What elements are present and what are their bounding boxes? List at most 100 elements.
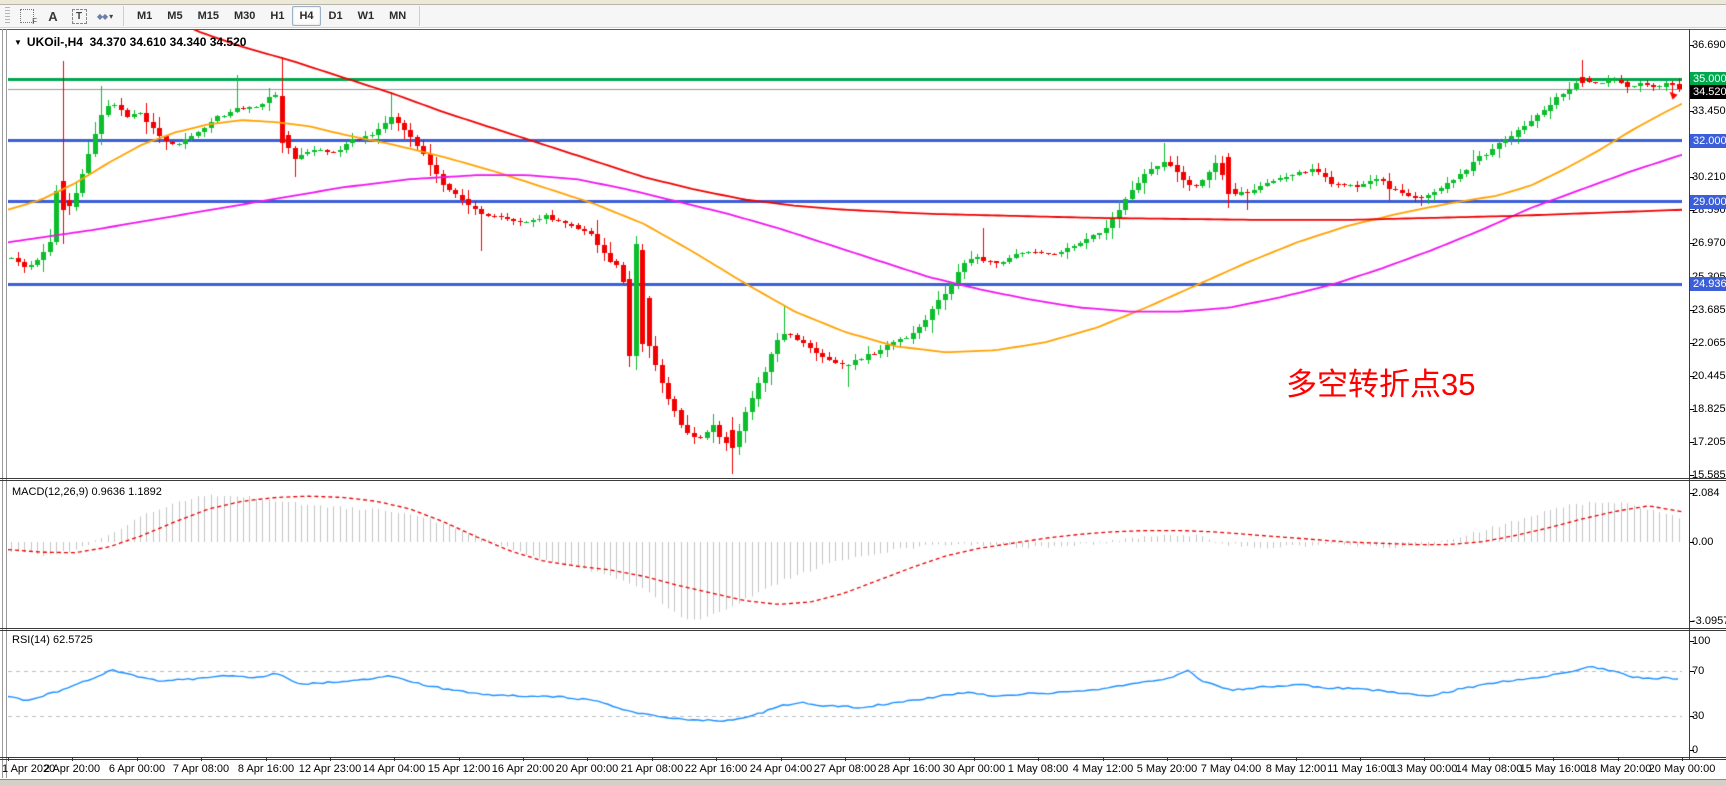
price-tick-label: 17.205	[1692, 435, 1726, 449]
toolbar-grip[interactable]	[5, 7, 10, 25]
time-tick-mark	[1424, 757, 1425, 761]
time-tick-mark	[201, 757, 202, 761]
price-level-label: 24.936	[1690, 277, 1726, 291]
time-tick-label: 6 Apr 00:00	[109, 762, 165, 776]
time-tick-mark	[1296, 757, 1297, 761]
macd-label: MACD(12,26,9) 0.9636 1.1892	[12, 486, 162, 498]
timeframe-M15[interactable]: M15	[191, 6, 226, 26]
rsi-tick-label: 70	[1692, 664, 1704, 678]
text-tool-icon[interactable]: T	[67, 5, 91, 27]
macd-panel-canvas[interactable]	[8, 483, 1682, 627]
toolbar: F A T ◆◆▾ M1M5M15M30H1H4D1W1MN	[0, 5, 1726, 28]
price-tick-label: 22.065	[1692, 336, 1726, 350]
price-level-label: 29.000	[1690, 195, 1726, 209]
rsi-tick-label: 0	[1692, 743, 1698, 757]
time-tick-label: 4 May 12:00	[1073, 762, 1134, 776]
time-tick-mark	[266, 757, 267, 761]
toolbar-separator	[123, 6, 124, 26]
price-level-label: 35.000	[1690, 72, 1726, 86]
rsi-tick-label: 30	[1692, 709, 1704, 723]
timeframe-M30[interactable]: M30	[227, 6, 262, 26]
time-tick-mark	[652, 757, 653, 761]
time-tick-mark	[1167, 757, 1168, 761]
price-tick-label: 18.825	[1692, 402, 1726, 416]
timeframe-toolbar: M1M5M15M30H1H4D1W1MN	[130, 6, 413, 26]
time-tick-label: 8 Apr 16:00	[238, 762, 294, 776]
time-tick-mark	[459, 757, 460, 761]
time-tick-label: 22 Apr 16:00	[685, 762, 747, 776]
time-tick-mark	[1618, 757, 1619, 761]
status-strip	[0, 779, 1726, 786]
macd-tick-label: -3.0957	[1692, 614, 1726, 628]
timeframe-M5[interactable]: M5	[160, 6, 189, 26]
timeframe-MN[interactable]: MN	[382, 6, 413, 26]
time-tick-mark	[1231, 757, 1232, 761]
time-tick-mark	[1103, 757, 1104, 761]
price-tick-label: 15.585	[1692, 468, 1726, 482]
time-tick-mark	[587, 757, 588, 761]
panel-separator	[0, 759, 1726, 760]
time-tick-label: 8 May 12:00	[1266, 762, 1327, 776]
objects-dropdown-icon[interactable]: ◆◆▾	[93, 5, 117, 27]
rsi-label: RSI(14) 62.5725	[12, 634, 93, 646]
price-tick-label: 26.970	[1692, 236, 1726, 250]
price-level-label: 32.000	[1690, 134, 1726, 148]
time-tick-mark	[137, 757, 138, 761]
price-tick-label: 33.450	[1692, 104, 1726, 118]
rsi-panel-canvas[interactable]	[8, 631, 1682, 757]
time-tick-mark	[845, 757, 846, 761]
time-tick-label: 15 Apr 12:00	[428, 762, 490, 776]
timeframe-H4[interactable]: H4	[292, 6, 320, 26]
main-chart-canvas[interactable]	[8, 30, 1682, 479]
ohlc-values: 34.370 34.610 34.340 34.520	[90, 35, 247, 49]
toolbar-separator	[419, 6, 420, 26]
timeframe-H1[interactable]: H1	[263, 6, 291, 26]
time-tick-label: 28 Apr 16:00	[878, 762, 940, 776]
time-tick-mark	[909, 757, 910, 761]
time-tick-mark	[1038, 757, 1039, 761]
mt4-terminal-window: F A T ◆◆▾ M1M5M15M30H1H4D1W1MN ▼UKOil-,H…	[0, 0, 1726, 786]
time-tick-mark	[974, 757, 975, 761]
collapse-arrow-icon[interactable]: ▼	[14, 38, 22, 47]
time-tick-label: 13 May 00:00	[1391, 762, 1458, 776]
chart-title: ▼UKOil-,H4 34.370 34.610 34.340 34.520	[14, 35, 246, 49]
time-tick-mark	[716, 757, 717, 761]
panel-separator	[0, 480, 1726, 481]
panel-separator[interactable]	[0, 478, 1726, 479]
price-level-label: 34.520	[1690, 85, 1726, 99]
time-tick-mark	[8, 757, 9, 761]
timeframe-M1[interactable]: M1	[130, 6, 159, 26]
macd-tick-label: 2.084	[1692, 486, 1720, 500]
time-tick-label: 24 Apr 04:00	[750, 762, 812, 776]
time-tick-label: 15 May 16:00	[1520, 762, 1587, 776]
time-tick-label: 20 Apr 00:00	[556, 762, 618, 776]
time-tick-mark	[523, 757, 524, 761]
time-tick-label: 7 Apr 08:00	[173, 762, 229, 776]
time-tick-mark	[1553, 757, 1554, 761]
macd-tick-label: 0.00	[1692, 535, 1713, 549]
rsi-tick-label: 100	[1692, 634, 1710, 648]
time-tick-label: 14 May 08:00	[1456, 762, 1523, 776]
font-a-icon[interactable]: A	[41, 5, 65, 27]
time-tick-label: 5 May 20:00	[1137, 762, 1198, 776]
time-tick-label: 20 May 00:00	[1649, 762, 1716, 776]
annotation-text: 多空转折点35	[1286, 359, 1475, 404]
time-tick-mark	[1682, 757, 1683, 761]
timeframe-D1[interactable]: D1	[322, 6, 350, 26]
panel-separator	[0, 630, 1726, 631]
time-tick-label: 30 Apr 00:00	[943, 762, 1005, 776]
time-tick-label: 21 Apr 08:00	[621, 762, 683, 776]
panel-separator[interactable]	[0, 628, 1726, 629]
timeframe-W1[interactable]: W1	[351, 6, 382, 26]
time-tick-mark	[1360, 757, 1361, 761]
time-tick-label: 2 Apr 20:00	[44, 762, 100, 776]
time-tick-label: 1 May 08:00	[1008, 762, 1069, 776]
price-tick-label: 20.445	[1692, 369, 1726, 383]
time-tick-label: 16 Apr 20:00	[492, 762, 554, 776]
window-frame-line	[6, 29, 7, 778]
time-tick-label: 27 Apr 08:00	[814, 762, 876, 776]
price-tick-label: 30.210	[1692, 170, 1726, 184]
chart-template-icon[interactable]: F	[15, 5, 39, 27]
time-tick-label: 14 Apr 04:00	[363, 762, 425, 776]
time-tick-mark	[1489, 757, 1490, 761]
